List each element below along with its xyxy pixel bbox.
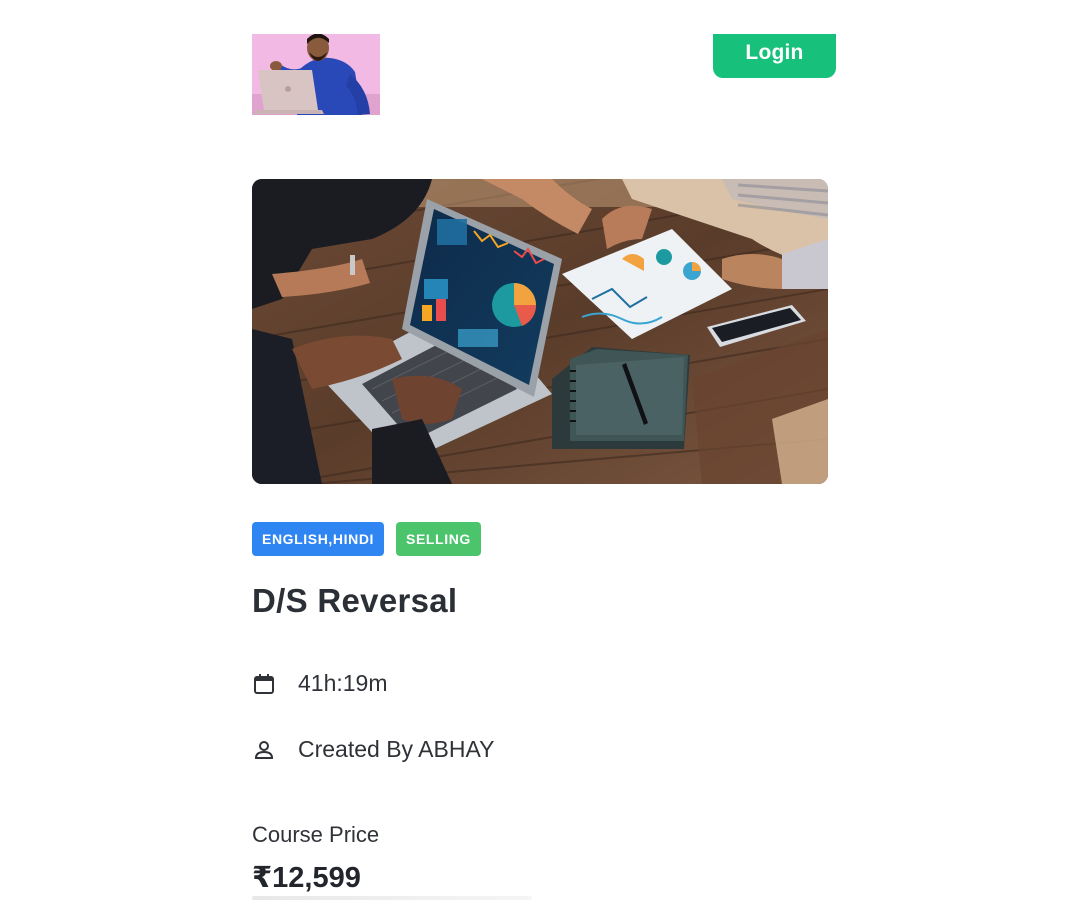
login-button[interactable]: Login [713,34,836,78]
divider [252,896,532,900]
course-author: Created By ABHAY [252,736,494,763]
language-tag: ENGLISH,HINDI [252,522,385,556]
author-text: Created By ABHAY [298,736,495,762]
course-hero-image [252,179,828,484]
instructor-logo[interactable] [252,34,380,115]
course-page: Login ENGLISH,HINDI SELLING D/S Reversal… [0,0,1080,900]
user-icon [254,740,274,759]
price-value: ₹12,599 [252,862,361,894]
course-title: D/S Reversal [252,582,458,619]
calendar-icon [254,673,274,694]
course-duration: 41h:19m [252,670,388,697]
status-tag: SELLING [396,522,481,556]
instructor-avatar-icon [252,34,380,115]
price-label: Course Price [252,822,380,847]
course-hero-illustration [252,179,828,484]
course-tags: ENGLISH,HINDI SELLING [252,522,481,556]
duration-text: 41h:19m [298,670,388,696]
